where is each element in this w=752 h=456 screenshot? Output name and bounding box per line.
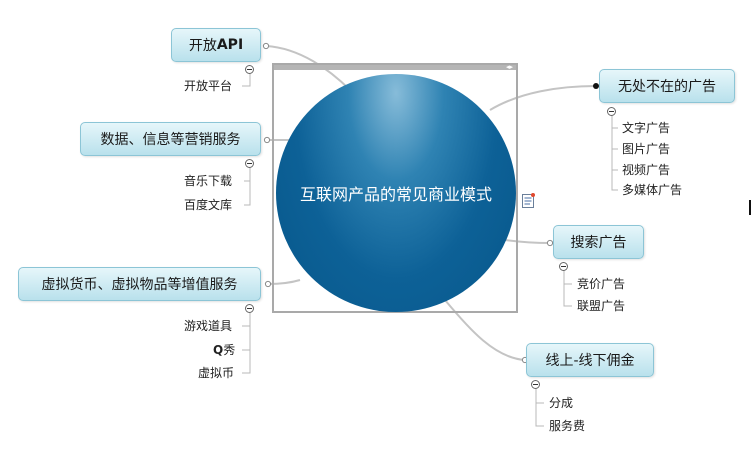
subtopic-music-download[interactable]: 音乐下载 — [184, 174, 232, 188]
topic-open-api-label-prefix: 开放 — [188, 38, 217, 54]
text-cursor — [749, 200, 751, 215]
subtopic-virtual-coin-text: 虚拟币 — [198, 366, 235, 380]
collapse-toggle-ads[interactable] — [607, 107, 616, 116]
subtopic-baidu-wenku[interactable]: 百度文库 — [184, 198, 232, 212]
central-topic[interactable]: 互联网产品的常见商业模式 — [276, 74, 516, 312]
subtopic-game-items[interactable]: 游戏道具 — [184, 319, 232, 333]
subtopic-game-items-text: 游戏道具 — [184, 319, 233, 333]
topic-ubiquitous-ads-label: 无处不在的广告 — [618, 79, 716, 95]
topic-virtual-goods-label: 虚拟货币、虚拟物品等增值服务 — [41, 277, 238, 293]
topic-search-ads-label: 搜索广告 — [570, 235, 627, 251]
frame-resize-icon[interactable]: ◂▸ — [506, 62, 513, 72]
collapse-toggle-virtual-goods[interactable] — [245, 304, 254, 313]
subtopic-open-platform[interactable]: 开放平台 — [184, 79, 232, 93]
subtopic-alliance-ads[interactable]: 联盟广告 — [577, 299, 625, 313]
topic-data-services[interactable]: 数据、信息等营销服务 — [80, 122, 261, 156]
topic-o2o-commission[interactable]: 线上-线下佣金 — [526, 343, 654, 377]
topic-search-ads[interactable]: 搜索广告 — [553, 225, 644, 259]
collapse-toggle-o2o[interactable] — [531, 380, 540, 389]
topic-data-services-label: 数据、信息等营销服务 — [100, 132, 241, 148]
subtopic-bidding-ads[interactable]: 竞价广告 — [577, 277, 625, 291]
subtopic-q-show-bold: Q — [213, 343, 224, 357]
subtopic-q-show[interactable]: Q秀 — [213, 343, 235, 357]
topic-ubiquitous-ads[interactable]: 无处不在的广告 — [599, 69, 735, 103]
central-topic-label: 互联网产品的常见商业模式 — [299, 185, 492, 204]
subtopic-multimedia-ads[interactable]: 多媒体广告 — [622, 183, 682, 197]
frame-title-bar[interactable]: ◂▸ — [274, 62, 516, 72]
collapse-toggle-data-services[interactable] — [245, 159, 254, 168]
subtopic-text-ads[interactable]: 文字广告 — [622, 121, 670, 135]
subtopic-service-fee[interactable]: 服务费 — [549, 419, 585, 433]
subtopic-virtual-coin[interactable]: 虚拟币 — [198, 366, 234, 380]
subtopic-video-ads[interactable]: 视频广告 — [622, 163, 670, 177]
topic-open-api-label-bold: API — [216, 37, 244, 53]
topic-o2o-commission-label: 线上-线下佣金 — [545, 353, 635, 369]
note-icon[interactable] — [522, 193, 535, 208]
topic-open-api[interactable]: 开放 API — [171, 28, 261, 62]
subtopic-revenue-share[interactable]: 分成 — [549, 396, 573, 410]
collapse-toggle-open-api[interactable] — [245, 65, 254, 74]
topic-virtual-goods[interactable]: 虚拟货币、虚拟物品等增值服务 — [18, 267, 261, 301]
subtopic-q-show-text: 秀 — [223, 343, 236, 357]
subtopic-image-ads[interactable]: 图片广告 — [622, 142, 670, 156]
collapse-toggle-search-ads[interactable] — [559, 262, 568, 271]
